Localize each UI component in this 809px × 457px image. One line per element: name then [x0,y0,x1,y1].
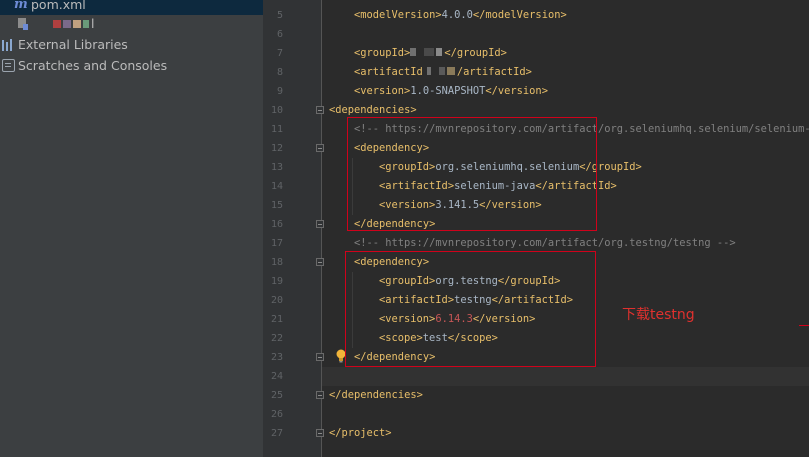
redacted-mark [83,19,89,28]
line-number: 21 [270,314,283,325]
line-number: 10 [270,105,283,116]
line-number: 5 [276,10,283,21]
line-number: 14 [270,181,283,192]
fold-marker-icon[interactable] [316,106,324,114]
line-number: 15 [270,200,283,211]
tree-item-label: Scratches and Consoles [18,58,168,73]
line-number: 27 [270,428,283,439]
redacted-mark [446,67,455,75]
line-number: 20 [270,295,283,306]
testng-dependency-highlight [345,251,596,367]
redacted-mark [438,67,445,75]
fold-marker-icon[interactable] [316,220,324,228]
line-number: 12 [270,143,283,154]
redacted-mark [424,48,435,56]
maven-file-icon: m [14,0,28,12]
code-line-5[interactable]: <modelVersion>4.0.0</modelVersion> [354,6,567,25]
redacted-mark [53,19,61,28]
gutter-separator [321,0,322,457]
tree-item-label: l [91,16,95,31]
line-number: 23 [270,352,283,363]
tree-item-external-libraries[interactable]: External Libraries [0,34,128,55]
redacted-mark [63,19,71,28]
line-number: 6 [276,29,283,40]
line-number: 13 [270,162,283,173]
line-number: 19 [270,276,283,287]
line-number: 24 [270,371,283,382]
fold-marker-icon[interactable] [316,353,324,361]
code-line-25[interactable]: </dependencies> [329,386,423,405]
line-number: 7 [276,48,283,59]
fold-marker-icon[interactable] [316,258,324,266]
line-number: 9 [276,86,283,97]
line-number: 16 [270,219,283,230]
line-number: 18 [270,257,283,268]
redacted-mark [410,48,417,56]
code-line-27[interactable]: </project> [329,424,392,443]
code-line-7[interactable]: <groupId> </groupId> [354,44,507,63]
caret-line-highlight [322,367,809,386]
tree-item-scratches[interactable]: Scratches and Consoles [0,55,167,76]
fold-marker-icon[interactable] [316,429,324,437]
line-number: 25 [270,390,283,401]
redacted-mark [436,48,443,56]
fold-marker-icon[interactable] [316,391,324,399]
module-file-icon [17,17,31,31]
tree-item-module-file[interactable]: l [0,13,94,34]
tree-item-label: External Libraries [18,37,128,52]
line-number: 11 [270,124,283,135]
code-line-8[interactable]: <artifactId/artifactId> [354,63,532,82]
download-testng-annotation: 下载testng [622,307,695,323]
line-number: 17 [270,238,283,249]
library-icon [1,38,15,52]
tree-item-label: pom.xml [31,0,86,12]
line-number: 8 [276,67,283,78]
annotation-mark [799,325,809,326]
line-number: 26 [270,409,283,420]
fold-marker-icon[interactable] [316,144,324,152]
code-line-9[interactable]: <version>1.0-SNAPSHOT</version> [354,82,548,101]
selenium-dependency-highlight [347,117,597,231]
redacted-mark [426,67,431,75]
scratches-icon [2,59,15,72]
line-number: 22 [270,333,283,344]
redacted-mark [73,19,81,28]
